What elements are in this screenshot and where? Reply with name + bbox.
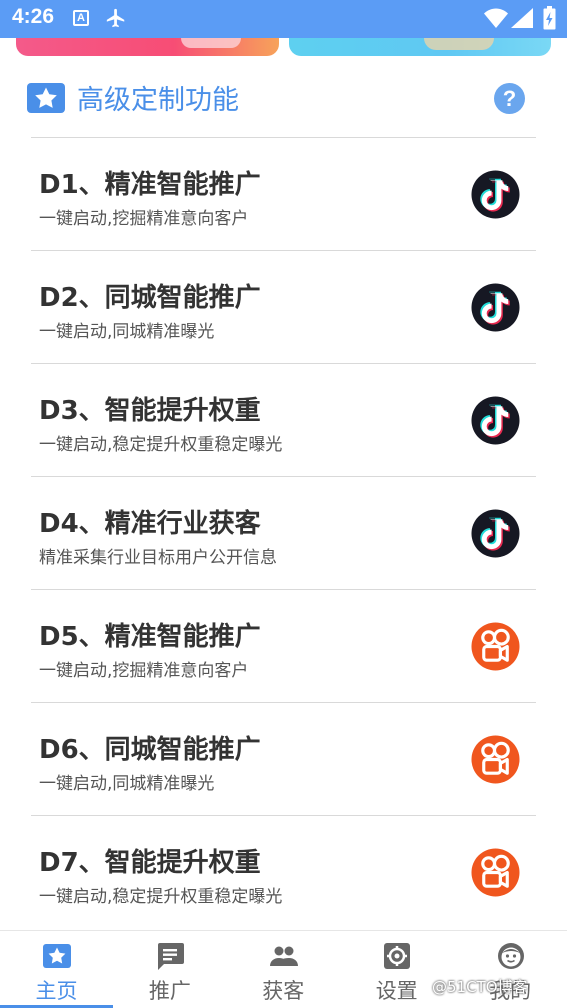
star-icon	[43, 944, 71, 968]
tiktok-icon	[471, 283, 520, 332]
message-icon	[158, 943, 185, 970]
list-item[interactable]: D5、精准智能推广一键启动,挖掘精准意向客户	[31, 589, 536, 702]
item-subtitle: 精准采集行业目标用户公开信息	[39, 548, 277, 568]
list-item[interactable]: D3、智能提升权重一键启动,稳定提升权重稳定曝光	[31, 363, 536, 476]
status-time: 4:26	[12, 5, 55, 28]
item-subtitle: 一键启动,稳定提升权重稳定曝光	[39, 887, 283, 907]
list-item[interactable]: D7、智能提升权重一键启动,稳定提升权重稳定曝光	[31, 815, 536, 928]
item-title: D1、精准智能推广	[39, 170, 261, 200]
watermark: @51CTO博客	[432, 978, 528, 996]
banner-left[interactable]	[16, 38, 279, 56]
item-subtitle: 一键启动,挖掘精准意向客户	[39, 661, 249, 681]
nav-item-1[interactable]: 主页	[0, 931, 113, 1008]
kuaishou-icon	[471, 848, 520, 897]
face-icon	[497, 943, 524, 969]
nav-label: 推广	[148, 979, 191, 1003]
list-item[interactable]: D1、精准智能推广一键启动,挖掘精准意向客户	[31, 137, 536, 250]
item-subtitle: 一键启动,同城精准曝光	[39, 322, 215, 342]
item-subtitle: 一键启动,稳定提升权重稳定曝光	[39, 435, 283, 455]
nav-item-2[interactable]: 推广	[113, 931, 226, 1008]
notification-a-icon: A	[73, 10, 89, 26]
nav-item-3[interactable]: 获客	[227, 931, 340, 1008]
item-title: D2、同城智能推广	[39, 283, 261, 313]
item-title: D4、精准行业获客	[39, 509, 261, 539]
item-title: D3、智能提升权重	[39, 396, 261, 426]
nav-label: 获客	[262, 979, 305, 1003]
wifi-icon	[484, 8, 508, 28]
banner-right[interactable]	[289, 38, 551, 56]
list-item[interactable]: D2、同城智能推广一键启动,同城精准曝光	[31, 250, 536, 363]
people-icon	[269, 946, 298, 966]
signal-icon	[511, 8, 533, 28]
tiktok-icon	[471, 170, 520, 219]
kuaishou-icon	[471, 622, 520, 671]
airplane-icon	[106, 8, 125, 28]
kuaishou-icon	[471, 735, 520, 784]
item-title: D5、精准智能推广	[39, 622, 261, 652]
gear-icon	[384, 943, 411, 969]
battery-icon	[543, 6, 556, 30]
section-title: 高级定制功能	[77, 85, 239, 116]
item-subtitle: 一键启动,同城精准曝光	[39, 774, 215, 794]
item-title: D6、同城智能推广	[39, 735, 261, 765]
item-title: D7、智能提升权重	[39, 848, 261, 878]
feature-list: D1、精准智能推广一键启动,挖掘精准意向客户 D2、同城智能推广一键启动,同城精…	[31, 137, 536, 928]
status-bar: 4:26 A	[0, 0, 567, 38]
help-icon[interactable]: ?	[494, 83, 525, 114]
tiktok-icon	[471, 396, 520, 445]
section-header: 高级定制功能 ?	[0, 70, 567, 128]
list-item[interactable]: D6、同城智能推广一键启动,同城精准曝光	[31, 702, 536, 815]
list-item[interactable]: D4、精准行业获客精准采集行业目标用户公开信息	[31, 476, 536, 589]
item-subtitle: 一键启动,挖掘精准意向客户	[39, 209, 249, 229]
star-badge-icon	[27, 83, 65, 113]
tiktok-icon	[471, 509, 520, 558]
nav-label: 主页	[35, 979, 78, 1003]
